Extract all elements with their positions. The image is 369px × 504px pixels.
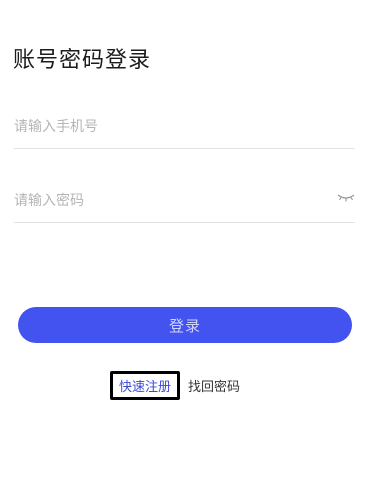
password-field xyxy=(14,182,355,223)
phone-input[interactable] xyxy=(14,108,314,146)
phone-field xyxy=(14,108,355,149)
secondary-links: 快速注册 找回密码 xyxy=(110,370,240,400)
eye-closed-icon[interactable] xyxy=(337,192,355,204)
login-button[interactable]: 登录 xyxy=(18,307,352,343)
password-input[interactable] xyxy=(14,182,314,220)
register-link[interactable]: 快速注册 xyxy=(110,370,181,400)
forgot-password-link[interactable]: 找回密码 xyxy=(188,376,240,395)
page-title: 账号密码登录 xyxy=(13,48,152,73)
